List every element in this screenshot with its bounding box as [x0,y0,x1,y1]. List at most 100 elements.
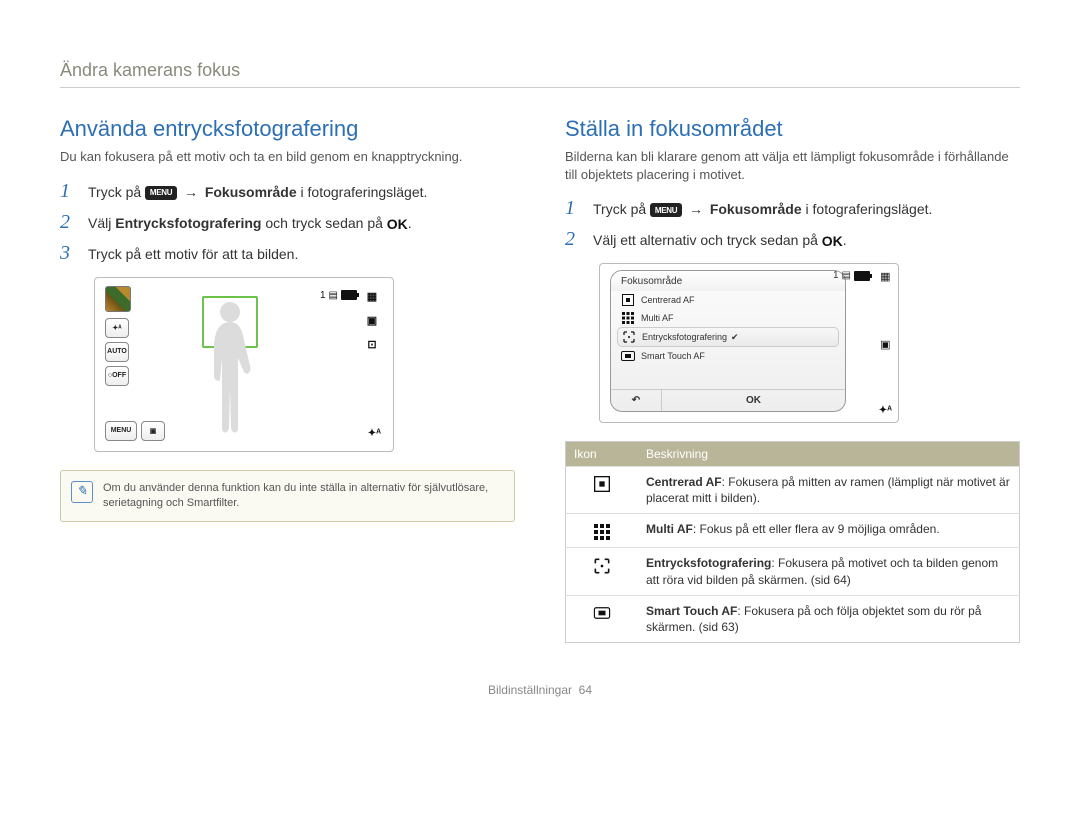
menu-button-pill: MENU [650,203,682,217]
multi-af-icon [566,514,639,548]
menu-item-label: Centrerad AF [641,295,695,305]
ok-button: OK [662,390,845,411]
bold-fokusomrade: Fokusområde [710,201,802,217]
count-label: 1 [320,290,326,301]
step-2-text: Välj Entrycksfotografering och tryck sed… [88,215,412,232]
ok-glyph-icon: OK [387,216,408,232]
step-number: 2 [60,211,76,234]
table-row: Entrycksfotografering: Fokusera på motiv… [566,548,1020,595]
note-icon: ✎ [71,481,93,503]
thumbnail-icon [105,286,131,312]
menu-panel-title: Fokusområde [611,271,845,291]
text: och tryck sedan på [265,215,386,231]
row-bold: Entrycksfotografering [646,556,771,570]
ok-glyph-icon: OK [822,233,843,249]
th-desc: Beskrivning [638,442,1020,467]
af-icon: ⊡ [361,336,383,354]
resolution-icon: ▦ [361,288,383,306]
step-number: 1 [565,197,581,220]
right-steps: 1 Tryck på MENU → Fokusområde i fotograf… [565,197,1020,251]
smart-touch-icon [566,595,639,642]
table-row: Multi AF: Fokus på ett eller flera av 9 … [566,514,1020,548]
table-desc: Multi AF: Fokus på ett eller flera av 9 … [638,514,1020,548]
card-icon: ▤ [329,290,338,301]
menu-item-multi: Multi AF [617,309,839,327]
text: Välj ett alternativ och tryck sedan på [593,232,822,248]
step-2-text: Välj ett alternativ och tryck sedan på O… [593,232,847,249]
right-intro: Bilderna kan bli klarare genom att välja… [565,148,1020,183]
step-2: 2 Välj ett alternativ och tryck sedan på… [565,228,1020,251]
page-number: 64 [579,683,592,697]
left-column: Använda entrycksfotografering Du kan fok… [60,116,515,643]
row-bold: Multi AF [646,522,693,536]
row-bold: Smart Touch AF [646,604,737,618]
text: . [843,232,847,248]
text: Tryck på [593,201,650,217]
manual-page: Ändra kamerans fokus Använda entrycksfot… [0,0,1080,727]
card-icon: ▤ [842,270,851,281]
camera-lcd-illustration: 1 ▤ ✦ᴬ AUTO ○OFF ▦ ▣ ⊡ [94,277,394,452]
text: i fotograferingsläget. [301,184,428,200]
focus-area-menu-illustration: Fokusområde Centrerad AF Multi AF Ent [599,263,899,423]
right-column: Ställa in fokusområdet Bilderna kan bli … [565,116,1020,643]
flash-indicator: ✦ᴬ [879,405,892,416]
left-steps: 1 Tryck på MENU → Fokusområde i fotograf… [60,180,515,265]
lcd-inner: 1 ▤ ✦ᴬ AUTO ○OFF ▦ ▣ ⊡ [101,284,387,445]
step-number: 2 [565,228,581,251]
step-3-text: Tryck på ett motiv för att ta bilden. [88,246,298,262]
menu-item-label: Multi AF [641,313,674,323]
focus-description-table: Ikon Beskrivning Centrerad AF: Fokusera … [565,441,1020,643]
center-af-icon [566,467,639,514]
step-2: 2 Välj Entrycksfotografering och tryck s… [60,211,515,234]
step-1-text: Tryck på MENU → Fokusområde i fotografer… [88,184,427,200]
onetouch-icon [622,331,636,343]
note-box: ✎ Om du använder denna funktion kan du i… [60,470,515,523]
auto-button: AUTO [105,342,129,362]
person-silhouette-icon [200,298,260,438]
table-desc: Smart Touch AF: Fokusera på och följa ob… [638,595,1020,642]
text: i fotograferingsläget. [806,201,933,217]
row-bold: Centrerad AF [646,475,722,489]
menu-button: MENU [105,421,137,441]
bottom-button-strip: MENU ▣ [105,421,165,441]
count-label: 1 [833,270,839,281]
menu-item-smart: Smart Touch AF [617,347,839,365]
two-column-layout: Använda entrycksfotografering Du kan fok… [60,116,1020,643]
step-number: 1 [60,180,76,203]
step-number: 3 [60,242,76,265]
step-3: 3 Tryck på ett motiv för att ta bilden. [60,242,515,265]
battery-icon [341,290,357,300]
smart-touch-icon [621,350,635,362]
arrow-icon: → [184,184,198,200]
status-bar: 1 ▤ [320,290,357,301]
multi-af-icon [621,312,635,324]
th-icon: Ikon [566,442,639,467]
flash-auto-button: ✦ᴬ [105,318,129,338]
bold-fokusomrade: Fokusområde [205,184,297,200]
menu-panel: Fokusområde Centrerad AF Multi AF Ent [610,270,846,412]
center-af-icon [621,294,635,306]
quality-icon: ▣ [880,338,890,351]
display-button: ▣ [141,421,165,441]
table-desc: Entrycksfotografering: Fokusera på motiv… [638,548,1020,595]
back-button: ↶ [611,390,662,411]
page-footer: Bildinställningar 64 [60,683,1020,697]
menu-button-pill: MENU [145,186,177,200]
row-rest: : Fokus på ett eller flera av 9 möjliga … [693,522,940,536]
page-header: Ändra kamerans fokus [60,60,1020,88]
status-bar: 1 ▤ [833,270,870,281]
right-icon-stack: ▦ ▣ ⊡ [361,288,383,354]
battery-icon [854,271,870,281]
step-1: 1 Tryck på MENU → Fokusområde i fotograf… [565,197,1020,220]
onetouch-icon [566,548,639,595]
text: Tryck på [88,184,145,200]
timer-off-button: ○OFF [105,366,129,386]
left-button-stack: ✦ᴬ AUTO ○OFF [105,318,129,386]
flash-indicator: ✦ᴬ [368,428,381,439]
note-text: Om du använder denna funktion kan du int… [103,482,488,509]
menu-footer: ↶ OK [611,389,845,411]
menu-item-centrerad: Centrerad AF [617,291,839,309]
menu-list: Centrerad AF Multi AF Entrycksfotografer… [611,291,845,389]
step-1-text: Tryck på MENU → Fokusområde i fotografer… [593,201,932,217]
left-intro: Du kan fokusera på ett motiv och ta en b… [60,148,515,166]
